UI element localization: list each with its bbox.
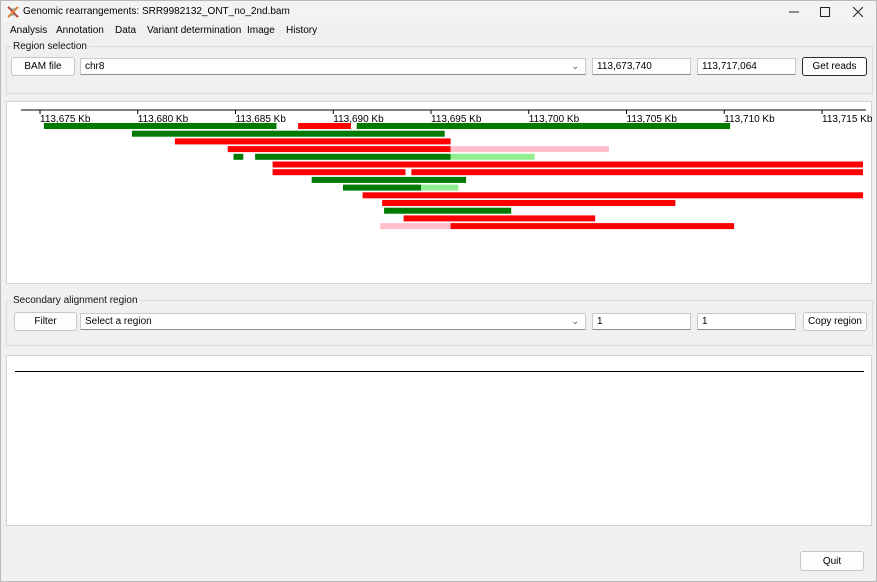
menu-data[interactable]: Data	[115, 25, 136, 36]
get-reads-button[interactable]: Get reads	[802, 57, 867, 76]
read-segment[interactable]	[174, 138, 451, 145]
reads-track: 113,675 Kb 113,680 Kb 113,685 Kb 113,690 Kb…	[21, 109, 872, 230]
read-segment[interactable]	[272, 169, 406, 176]
read-segment[interactable]	[411, 169, 863, 176]
read-segment[interactable]	[356, 123, 731, 129]
read-segment[interactable]	[272, 161, 864, 168]
dna-app-icon	[7, 6, 19, 18]
chevron-down-icon: ⌄	[571, 316, 579, 326]
menu-variant-determination[interactable]: Variant determination	[147, 25, 241, 36]
read-segment[interactable]	[43, 123, 277, 129]
region-end-field[interactable]: 113,717,064	[697, 58, 796, 75]
read-segment[interactable]	[450, 146, 609, 153]
read-segment[interactable]	[298, 123, 351, 129]
secondary-region-select[interactable]: Select a region ⌄	[80, 313, 586, 330]
read-segment[interactable]	[311, 176, 467, 183]
read-segment[interactable]	[380, 223, 451, 230]
read-segment[interactable]	[343, 184, 422, 191]
read-segment[interactable]	[450, 153, 535, 160]
read-segment[interactable]	[384, 207, 512, 214]
read-segment[interactable]	[227, 146, 451, 153]
menu-analysis[interactable]: Analysis	[10, 25, 47, 36]
secondary-axis-line	[15, 371, 864, 372]
maximize-icon	[820, 6, 830, 17]
read-segment[interactable]	[450, 223, 735, 230]
read-segment[interactable]	[233, 153, 244, 160]
window-title: Genomic rearrangements: SRR9982132_ONT_n…	[23, 6, 290, 17]
secondary-start-field[interactable]: 1	[592, 313, 691, 330]
axis-tick-label: 113,715 Kb	[822, 114, 872, 125]
menu-history[interactable]: History	[286, 25, 317, 36]
read-segment[interactable]	[382, 200, 676, 206]
close-icon	[853, 6, 863, 17]
menu-image[interactable]: Image	[247, 25, 275, 36]
secondary-end-field[interactable]: 1	[697, 313, 796, 330]
read-segment[interactable]	[131, 130, 445, 137]
secondary-region-placeholder: Select a region	[85, 316, 152, 327]
read-segment[interactable]	[403, 215, 596, 222]
chevron-down-icon: ⌄	[571, 61, 579, 71]
read-segment[interactable]	[255, 153, 451, 160]
close-button[interactable]	[843, 1, 873, 22]
maximize-button[interactable]	[810, 1, 840, 22]
region-start-field[interactable]: 113,673,740	[592, 58, 691, 75]
secondary-alignment-panel	[6, 355, 872, 526]
axis-tick-label: 113,710 Kb	[724, 114, 775, 125]
menu-annotation[interactable]: Annotation	[56, 25, 104, 36]
bam-file-button[interactable]: BAM file	[11, 57, 75, 76]
region-selection-label: Region selection	[11, 41, 89, 52]
quit-button[interactable]: Quit	[800, 551, 864, 571]
copy-region-button[interactable]: Copy region	[803, 312, 867, 331]
minimize-icon	[789, 11, 799, 12]
chromosome-value: chr8	[85, 61, 105, 72]
read-segment[interactable]	[421, 184, 459, 191]
chromosome-select[interactable]: chr8 ⌄	[80, 58, 586, 75]
read-segment[interactable]	[362, 192, 864, 199]
secondary-region-label: Secondary alignment region	[11, 295, 140, 306]
filter-button[interactable]: Filter	[14, 312, 77, 331]
minimize-button[interactable]	[779, 1, 809, 22]
